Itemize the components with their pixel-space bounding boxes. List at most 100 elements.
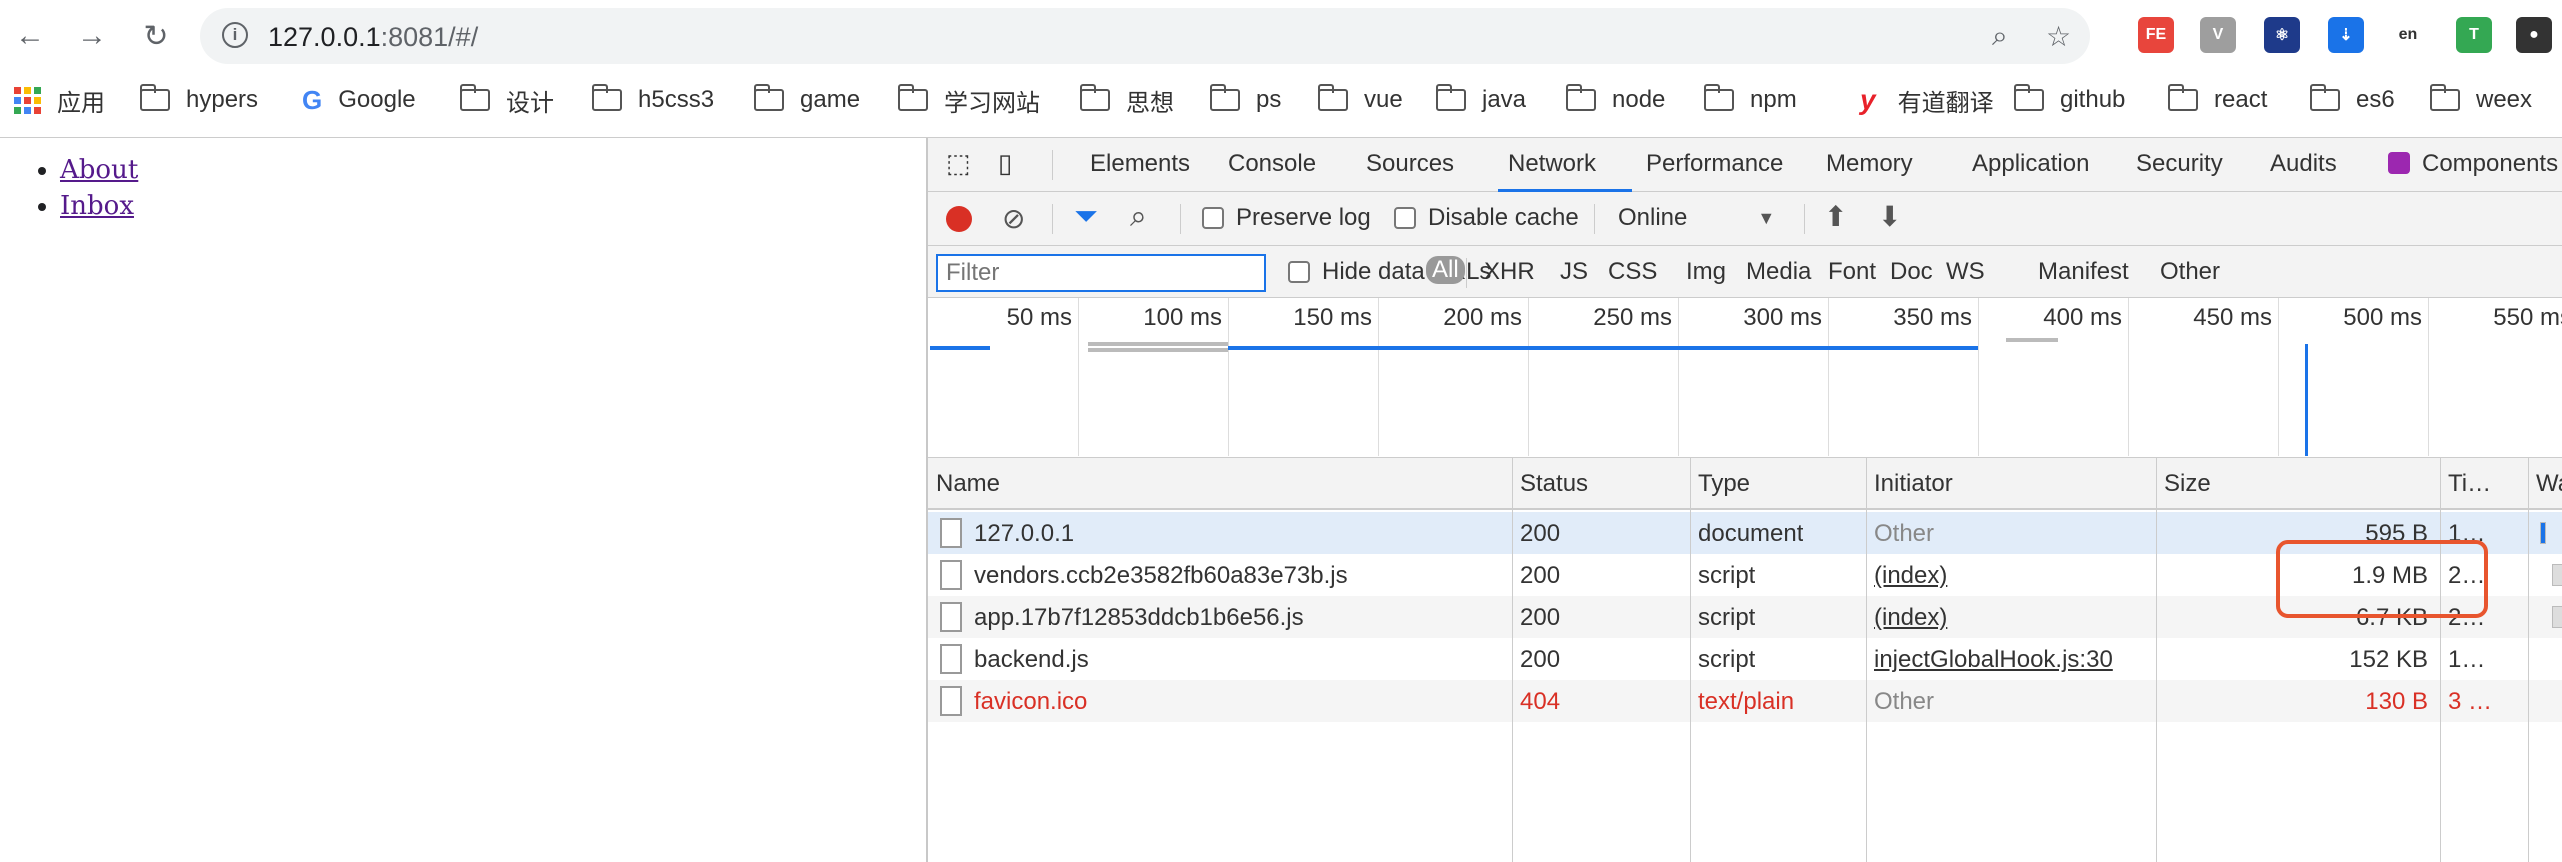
file-icon: [940, 560, 962, 590]
folder-icon: [592, 84, 622, 111]
tab-elements[interactable]: Elements: [1090, 150, 1190, 178]
size-highlight-box: [2276, 540, 2488, 618]
filter-type-other[interactable]: Other: [2160, 258, 2220, 286]
filter-type-img[interactable]: Img: [1686, 258, 1726, 286]
tab-audits[interactable]: Audits: [2270, 150, 2337, 178]
address-bar[interactable]: i 127.0.0.1:8081/#/ ⌕ ☆: [200, 8, 2090, 64]
download-ext-icon[interactable]: ⇣: [2328, 17, 2364, 53]
device-toolbar-icon[interactable]: ▯: [998, 148, 1012, 179]
column-header-3[interactable]: Initiator: [1874, 470, 1953, 498]
filter-type-doc[interactable]: Doc: [1890, 258, 1933, 286]
vue-devtools-icon[interactable]: V: [2200, 17, 2236, 53]
cell-status: 200: [1520, 604, 1561, 631]
inbox-link[interactable]: Inbox: [60, 191, 134, 221]
filter-type-media[interactable]: Media: [1746, 258, 1811, 286]
export-har-icon[interactable]: ⬇: [1878, 200, 1901, 233]
bookmark-14[interactable]: github: [2014, 82, 2125, 118]
bookmark-9[interactable]: vue: [1318, 82, 1403, 118]
tab-security[interactable]: Security: [2136, 150, 2223, 178]
bookmark-2[interactable]: G Google: [302, 82, 416, 118]
table-row[interactable]: favicon.ico 404 text/plain Other 130 B 3 …: [928, 680, 2562, 722]
zoom-icon[interactable]: ⌕: [1992, 20, 2008, 53]
tab-console[interactable]: Console: [1228, 150, 1316, 178]
cell-initiator[interactable]: (index): [1874, 604, 2154, 632]
import-har-icon[interactable]: ⬆: [1824, 200, 1847, 233]
bookmark-15[interactable]: react: [2168, 82, 2267, 118]
tab-performance[interactable]: Performance: [1646, 150, 1783, 178]
about-link[interactable]: About: [60, 155, 138, 185]
bookmark-7[interactable]: 思想: [1080, 82, 1174, 118]
column-header-1[interactable]: Status: [1520, 470, 1588, 498]
filter-icon[interactable]: ⏷: [1074, 200, 1098, 234]
bookmark-star-icon[interactable]: ☆: [2046, 20, 2071, 53]
record-icon[interactable]: [946, 206, 972, 232]
tab-network[interactable]: Network: [1508, 150, 1596, 178]
filter-type-js[interactable]: JS: [1560, 258, 1588, 286]
tab-memory[interactable]: Memory: [1826, 150, 1913, 178]
cell-name[interactable]: vendors.ccb2e3582fb60a83e73b.js: [974, 562, 1504, 590]
timeline-overview: 50 ms 100 ms 150 ms 200 ms 250 ms 300 ms 350 m…: [928, 298, 2562, 458]
bookmark-12[interactable]: npm: [1704, 82, 1797, 118]
column-divider: [1512, 458, 1513, 862]
column-header-2[interactable]: Type: [1698, 470, 1750, 498]
tab-components[interactable]: Components: [2388, 150, 2558, 178]
fe-helper-icon[interactable]: FE: [2138, 17, 2174, 53]
throttle-select[interactable]: Online ▼: [1618, 204, 1775, 232]
filter-type-xhr[interactable]: XHR: [1484, 258, 1535, 286]
bookmark-1[interactable]: hypers: [140, 82, 258, 118]
filter-type-font[interactable]: Font: [1828, 258, 1876, 286]
cell-initiator[interactable]: (index): [1874, 562, 2154, 590]
bookmark-10[interactable]: java: [1436, 82, 1526, 118]
preserve-log-checkbox[interactable]: Preserve log: [1202, 204, 1371, 232]
cell-initiator[interactable]: injectGlobalHook.js:30: [1874, 646, 2154, 674]
disable-cache-checkbox[interactable]: Disable cache: [1394, 204, 1579, 232]
bookmark-3[interactable]: 设计: [460, 82, 554, 118]
column-divider: [1690, 458, 1691, 862]
filter-type-all[interactable]: All: [1426, 256, 1465, 284]
bookmark-13[interactable]: y 有道翻译: [1860, 82, 1994, 118]
cell-name[interactable]: app.17b7f12853ddcb1b6e56.js: [974, 604, 1504, 632]
cell-name[interactable]: 127.0.0.1: [974, 520, 1504, 548]
column-header-6[interactable]: Wate: [2536, 470, 2562, 498]
bookmark-label: vue: [1364, 86, 1403, 113]
tab-application[interactable]: Application: [1972, 150, 2089, 178]
bookmark-6[interactable]: 学习网站: [898, 82, 1040, 118]
bookmark-17[interactable]: weex: [2430, 82, 2532, 118]
cell-status: 200: [1520, 646, 1561, 673]
timeline-tick-label: 450 ms: [2193, 304, 2272, 331]
bookmark-4[interactable]: h5css3: [592, 82, 714, 118]
bookmark-11[interactable]: node: [1566, 82, 1665, 118]
bookmark-16[interactable]: es6: [2310, 82, 2395, 118]
inspect-element-icon[interactable]: ⬚: [946, 148, 971, 179]
back-arrow-icon[interactable]: ←: [8, 14, 52, 58]
cell-type: script: [1698, 646, 1756, 673]
filter-type-ws[interactable]: WS: [1946, 258, 1985, 286]
url-text[interactable]: 127.0.0.1:8081/#/: [268, 22, 478, 52]
cell-type: text/plain: [1698, 688, 1795, 715]
tampermonkey-ext-icon[interactable]: T: [2456, 17, 2492, 53]
translate-ext-icon[interactable]: en: [2390, 17, 2426, 53]
filter-input[interactable]: [936, 254, 1266, 292]
filter-type-manifest[interactable]: Manifest: [2038, 258, 2129, 286]
reload-icon[interactable]: ↻: [134, 14, 178, 58]
cell-name[interactable]: favicon.ico: [974, 688, 1504, 716]
column-header-5[interactable]: Ti…: [2448, 470, 2491, 498]
tab-sources[interactable]: Sources: [1366, 150, 1454, 178]
apps-grid-icon: [14, 86, 41, 114]
cell-name[interactable]: backend.js: [974, 646, 1504, 674]
column-header-4[interactable]: Size: [2164, 470, 2211, 498]
search-icon[interactable]: ⌕: [1130, 200, 1147, 234]
ghost-ext-icon[interactable]: ●: [2516, 17, 2552, 53]
column-header-0[interactable]: Name: [936, 470, 1000, 498]
filter-type-css[interactable]: CSS: [1608, 258, 1657, 286]
bookmark-0[interactable]: 应用: [14, 82, 105, 118]
clear-icon[interactable]: ⊘: [1002, 202, 1025, 235]
bookmark-5[interactable]: game: [754, 82, 860, 118]
timeline-bar: [2006, 338, 2058, 342]
bookmark-8[interactable]: ps: [1210, 82, 1281, 118]
table-row[interactable]: backend.js 200 script injectGlobalHook.js:3…: [928, 638, 2562, 680]
tab-label: Elements: [1090, 150, 1191, 177]
react-devtools-icon[interactable]: ⚛: [2264, 17, 2300, 53]
forward-arrow-icon[interactable]: →: [70, 14, 114, 58]
site-info-icon[interactable]: i: [222, 22, 248, 48]
